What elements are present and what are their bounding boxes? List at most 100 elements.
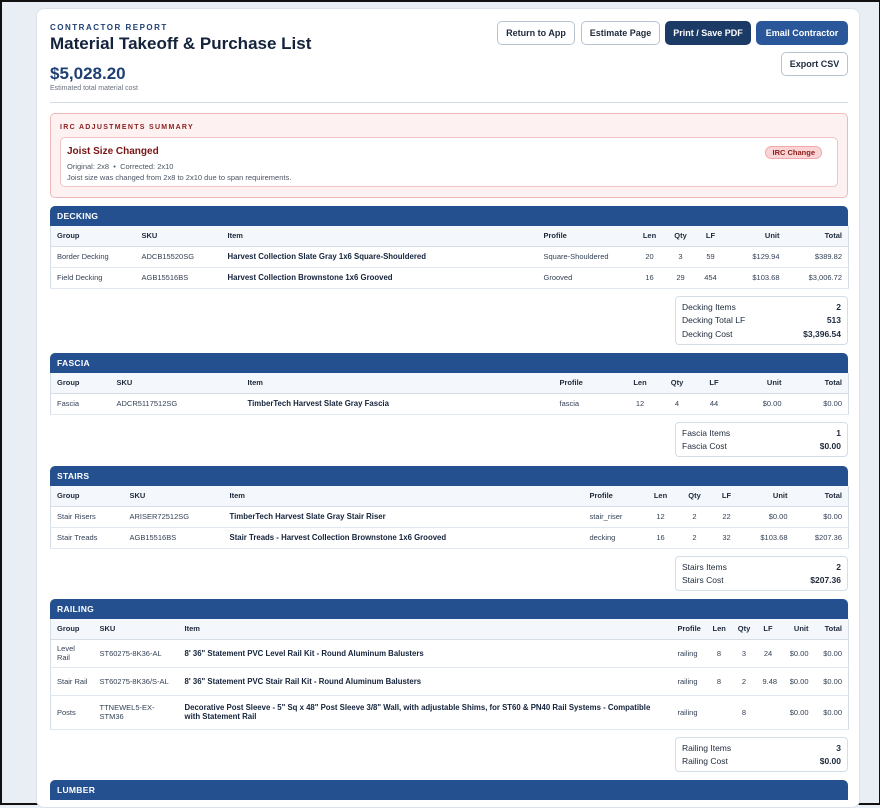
cell-group: Field Decking <box>50 267 136 289</box>
table-row: Fascia ADCR5117512SG TimberTech Harvest … <box>50 393 849 415</box>
cell-item: TimberTech Harvest Slate Gray Fascia <box>241 393 554 415</box>
fascia-table: Group SKU Item Profile Len Qty LF Unit T… <box>50 373 849 415</box>
railing-section: RAILING Group SKU Item Profile Len Qty L… <box>50 599 849 772</box>
summary-row: Railing Items 3 <box>682 741 841 755</box>
cell-sku: TTNEWEL5-EX-STM36 <box>93 695 179 730</box>
summary-label: Fascia Items <box>682 427 731 438</box>
cell-total: $389.82 <box>785 246 849 268</box>
cell-profile: railing <box>671 639 707 668</box>
cell-profile: stair_riser <box>583 506 644 528</box>
col-len: Len <box>643 486 678 507</box>
col-item: Item <box>221 226 538 247</box>
col-sku: SKU <box>93 619 179 640</box>
cell-total: $0.00 <box>814 667 849 696</box>
cell-lf: 454 <box>695 267 726 289</box>
cell-qty: 8 <box>731 695 757 730</box>
table-row: Posts TTNEWEL5-EX-STM36 Decorative Post … <box>50 695 849 730</box>
summary-row: Stairs Items 2 <box>682 560 841 574</box>
col-unit: Unit <box>725 226 786 247</box>
col-profile: Profile <box>583 486 644 507</box>
decking-table: Group SKU Item Profile Len Qty LF Unit T… <box>50 226 849 289</box>
col-sku: SKU <box>135 226 222 247</box>
irc-summary-heading: IRC ADJUSTMENTS SUMMARY <box>60 124 194 131</box>
irc-summary-panel: IRC ADJUSTMENTS SUMMARY Joist Size Chang… <box>50 113 848 198</box>
email-contractor-button[interactable]: Email Contractor <box>756 21 848 45</box>
irc-corrected: Corrected: 2x10 <box>120 162 174 171</box>
cell-qty: 2 <box>677 527 712 549</box>
cell-len <box>706 695 732 730</box>
col-group: Group <box>50 486 124 507</box>
cell-sku: ADCR5117512SG <box>110 393 242 415</box>
cell-group: Posts <box>50 695 94 730</box>
col-qty: Qty <box>677 486 712 507</box>
cell-qty: 3 <box>731 639 757 668</box>
irc-change-note: Joist size was changed from 2x8 to 2x10 … <box>67 173 292 182</box>
col-profile: Profile <box>671 619 707 640</box>
table-row: Stair Risers ARISER72512SG TimberTech Ha… <box>50 506 849 528</box>
page-title: Material Takeoff & Purchase List <box>50 34 312 53</box>
cell-item: Harvest Collection Brownstone 1x6 Groove… <box>221 267 538 289</box>
print-save-pdf-button[interactable]: Print / Save PDF <box>665 21 751 45</box>
table-header-row: Group SKU Item Profile Len Qty LF Unit T… <box>50 226 849 247</box>
col-lf: LF <box>756 619 780 640</box>
cell-total: $0.00 <box>814 695 849 730</box>
fascia-summary: Fascia Items 1 Fascia Cost $0.00 <box>675 422 848 457</box>
cell-total: $0.00 <box>787 393 849 415</box>
total-cost-label: Estimated total material cost <box>50 85 138 92</box>
cell-profile: railing <box>671 667 707 696</box>
cell-len: 20 <box>633 246 666 268</box>
summary-value: $0.00 <box>819 441 841 452</box>
table-row: Level Rail ST60275-8K36-AL 8' 36" Statem… <box>50 639 849 668</box>
col-sku: SKU <box>123 486 224 507</box>
irc-change-badge: IRC Change <box>765 146 822 159</box>
col-group: Group <box>50 226 136 247</box>
cell-len: 8 <box>706 667 732 696</box>
cell-qty: 2 <box>677 506 712 528</box>
cell-lf <box>756 695 780 730</box>
return-to-app-button[interactable]: Return to App <box>497 21 575 45</box>
summary-row: Decking Cost $3,396.54 <box>682 327 841 341</box>
cell-qty: 4 <box>658 393 696 415</box>
col-group: Group <box>50 619 94 640</box>
stairs-section: STAIRS Group SKU Item Profile Len Qty LF… <box>50 466 849 591</box>
summary-label: Stairs Cost <box>682 575 724 586</box>
col-group: Group <box>50 373 111 394</box>
table-row: Field Decking AGB15516BS Harvest Collect… <box>50 267 849 289</box>
railing-table: Group SKU Item Profile Len Qty LF Unit T… <box>50 619 849 730</box>
cell-unit: $0.00 <box>779 667 815 696</box>
table-header-row: Group SKU Item Profile Len Qty LF Unit T… <box>50 619 849 640</box>
cell-unit: $129.94 <box>725 246 786 268</box>
export-csv-button[interactable]: Export CSV <box>781 52 848 76</box>
summary-value: 2 <box>836 301 841 312</box>
col-lf: LF <box>695 373 733 394</box>
lumber-section: LUMBER <box>50 780 848 800</box>
cell-qty: 29 <box>665 267 696 289</box>
cell-group: Stair Treads <box>50 527 124 549</box>
decking-section: DECKING Group SKU Item Profile Len Qty L… <box>50 206 849 345</box>
decking-section-header: DECKING <box>50 206 848 226</box>
cell-lf: 44 <box>695 393 733 415</box>
cell-group: Stair Rail <box>50 667 94 696</box>
summary-label: Decking Items <box>682 301 736 312</box>
stairs-table: Group SKU Item Profile Len Qty LF Unit T… <box>50 486 849 549</box>
cell-profile: decking <box>583 527 644 549</box>
cell-unit: $0.00 <box>779 695 815 730</box>
irc-change-detail: Original: 2x8 • Corrected: 2x10 <box>67 162 173 171</box>
summary-row: Fascia Cost $0.00 <box>682 440 841 454</box>
cell-item: 8' 36" Statement PVC Stair Rail Kit - Ro… <box>178 667 672 696</box>
cell-item: 8' 36" Statement PVC Level Rail Kit - Ro… <box>178 639 672 668</box>
stairs-summary: Stairs Items 2 Stairs Cost $207.36 <box>675 556 848 591</box>
col-total: Total <box>785 226 849 247</box>
table-row: Border Decking ADCB15520SG Harvest Colle… <box>50 246 849 268</box>
col-item: Item <box>178 619 672 640</box>
cell-unit: $0.00 <box>779 639 815 668</box>
cell-group: Border Decking <box>50 246 136 268</box>
summary-label: Railing Cost <box>682 756 728 767</box>
summary-label: Decking Total LF <box>682 315 746 326</box>
estimate-page-button[interactable]: Estimate Page <box>581 21 660 45</box>
railing-section-header: RAILING <box>50 599 848 619</box>
fascia-section-header: FASCIA <box>50 353 848 373</box>
summary-value: 1 <box>836 427 841 438</box>
stairs-section-header: STAIRS <box>50 466 848 486</box>
col-item: Item <box>223 486 584 507</box>
